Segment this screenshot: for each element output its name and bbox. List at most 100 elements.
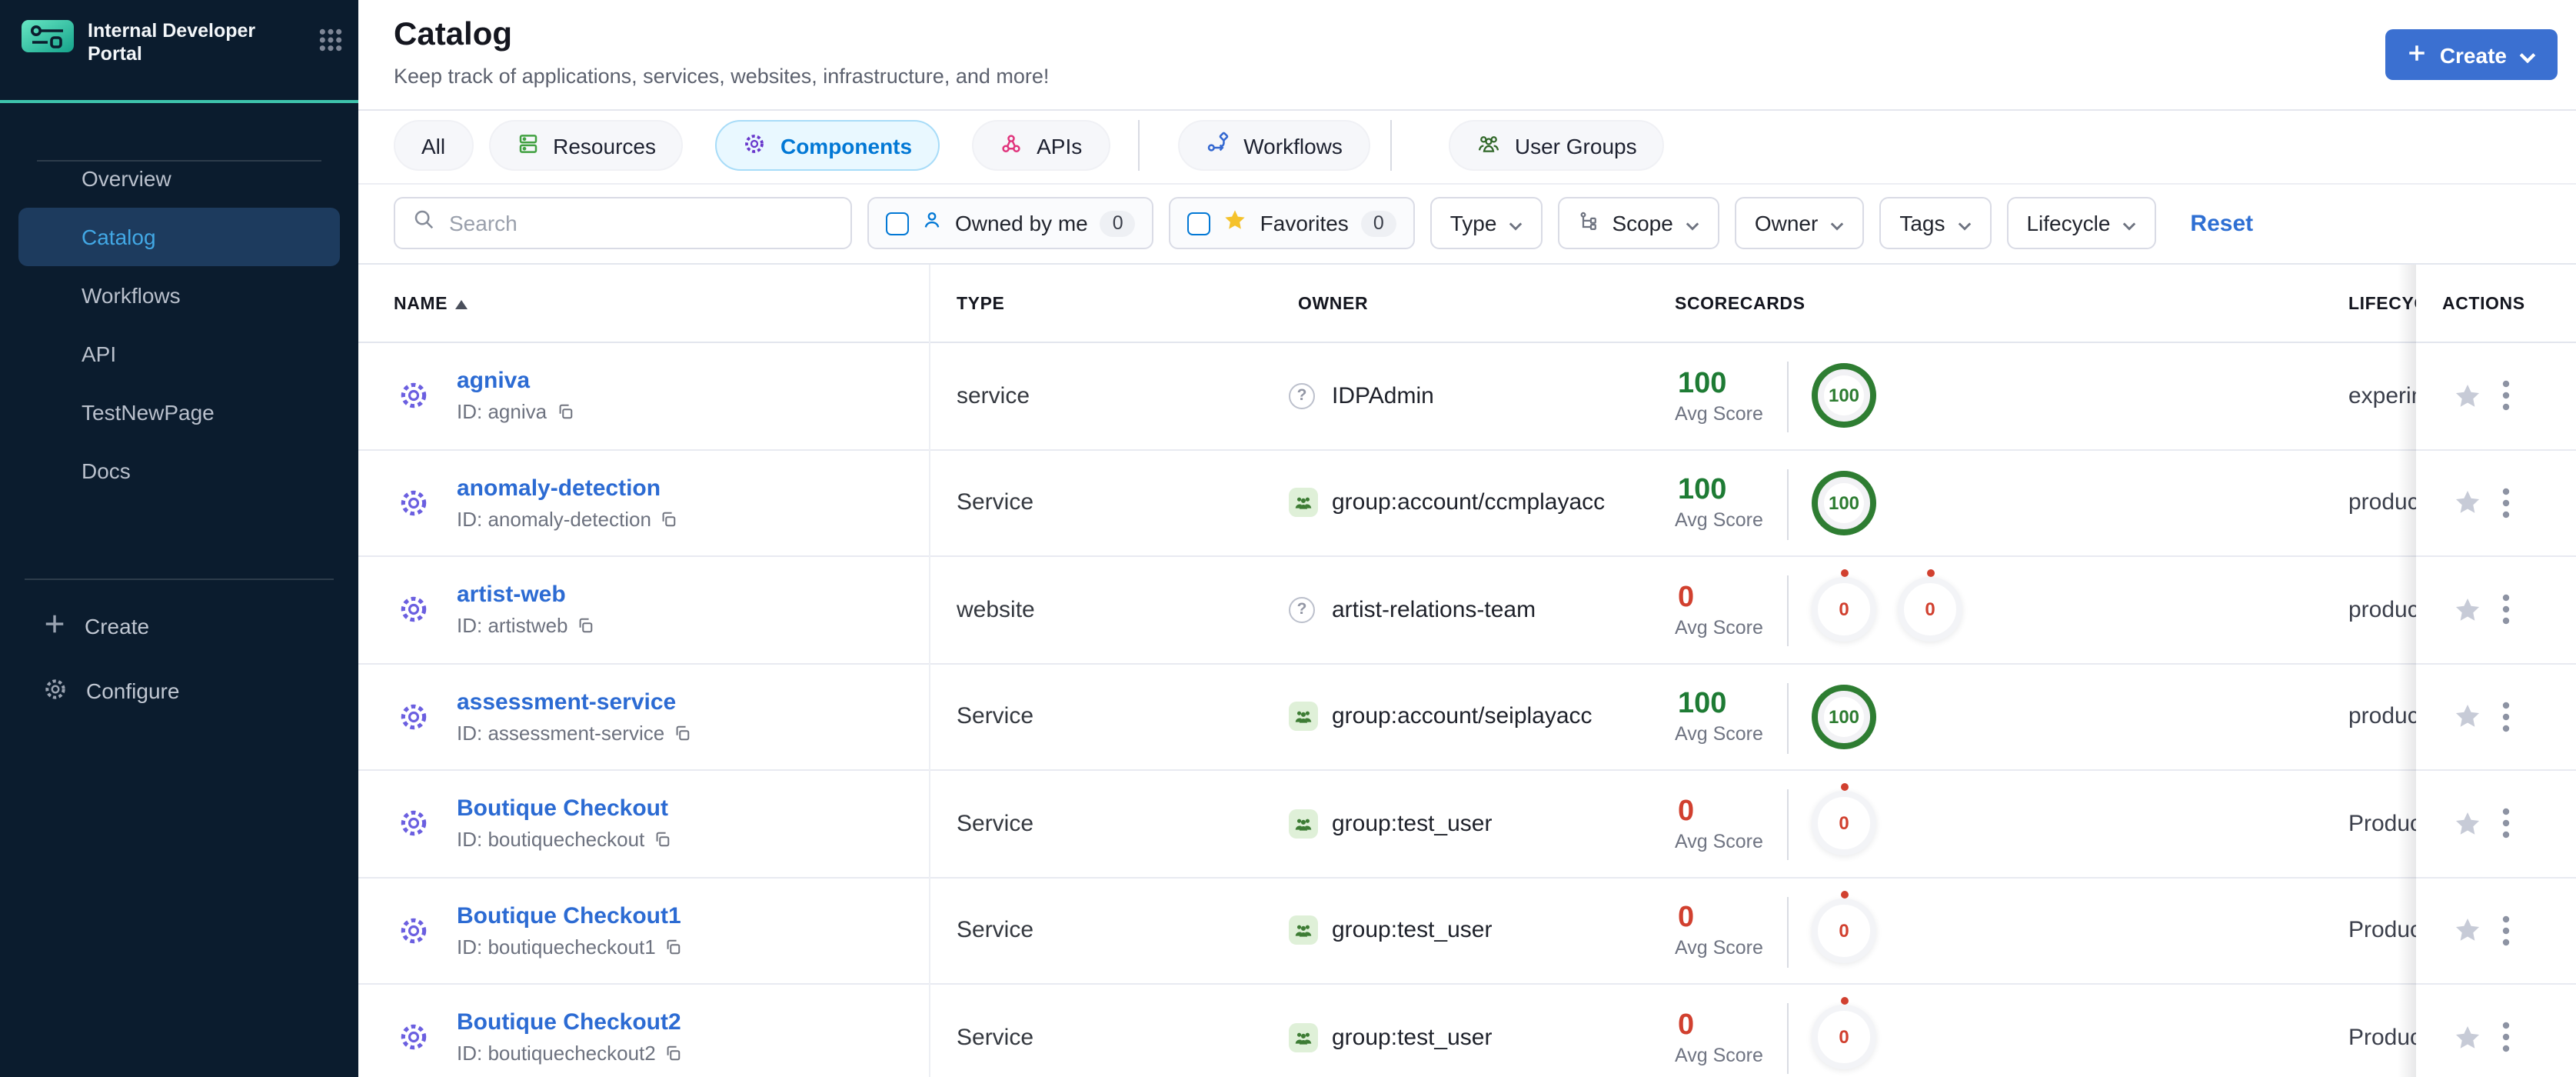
score-divider — [1787, 682, 1789, 753]
filters-row: Owned by me 0 Favorites 0 Type Scope Owner… — [394, 197, 2253, 249]
row-menu-button[interactable] — [2502, 985, 2510, 1077]
column-header-type[interactable]: TYPE — [957, 265, 1005, 343]
create-button[interactable]: Create — [2385, 29, 2558, 80]
owner-icon-cell — [1289, 664, 1318, 769]
sidebar-configure-button[interactable]: Configure — [0, 662, 358, 720]
favorite-star-button[interactable] — [2453, 343, 2482, 448]
avg-score-value: 100 — [1678, 688, 1727, 721]
scope-filter-dropdown[interactable]: Scope — [1558, 197, 1719, 249]
avg-score-cell: 100 Avg Score — [1675, 664, 1763, 769]
scorecard-rings: 100 — [1812, 664, 1876, 769]
tab-resources[interactable]: Resources — [488, 120, 684, 171]
entity-type: service — [957, 382, 1030, 409]
row-menu-button[interactable] — [2502, 771, 2510, 876]
entity-lifecycle: production — [2348, 703, 2416, 730]
avg-score-label: Avg Score — [1675, 937, 1763, 959]
score-divider — [1787, 896, 1789, 967]
score-divider — [1787, 468, 1789, 539]
scorecard-rings: 0 — [1812, 878, 1876, 983]
scorecard-rings: 100 — [1812, 450, 1876, 555]
entity-name-link[interactable]: assessment-service — [457, 689, 676, 715]
score-divider — [1787, 789, 1789, 860]
entity-owner: group:test_user — [1332, 917, 1493, 944]
owner-filter-dropdown[interactable]: Owner — [1734, 197, 1865, 249]
avg-score-cell: 100 Avg Score — [1675, 343, 1763, 448]
entity-lifecycle: production — [2348, 596, 2416, 623]
scorecard-rings: 0 — [1812, 985, 1876, 1077]
type-filter-dropdown[interactable]: Type — [1429, 197, 1543, 249]
row-menu-button[interactable] — [2502, 557, 2510, 662]
tags-filter-dropdown[interactable]: Tags — [1879, 197, 1992, 249]
sidebar-item-api[interactable]: API — [0, 325, 358, 383]
favorites-filter[interactable]: Favorites 0 — [1169, 197, 1415, 249]
reset-filters-link[interactable]: Reset — [2190, 210, 2253, 236]
row-menu-button[interactable] — [2502, 450, 2510, 555]
sidebar-item-catalog[interactable]: Catalog — [18, 208, 340, 266]
entity-name-link[interactable]: Boutique Checkout2 — [457, 1010, 681, 1036]
favorite-star-button[interactable] — [2453, 557, 2482, 662]
tab-user-groups[interactable]: User Groups — [1448, 120, 1665, 171]
gear-icon — [43, 676, 68, 705]
search-input[interactable] — [449, 211, 834, 235]
copy-icon[interactable] — [665, 1045, 682, 1062]
favorite-star-button[interactable] — [2453, 985, 2482, 1077]
favorite-star-button[interactable] — [2453, 771, 2482, 876]
row-menu-button[interactable] — [2502, 664, 2510, 769]
lifecycle-filter-dropdown[interactable]: Lifecycle — [2006, 197, 2157, 249]
entity-name-link[interactable]: agniva — [457, 368, 530, 395]
tab-components[interactable]: Components — [715, 120, 940, 171]
apps-grid-icon[interactable] — [318, 28, 343, 60]
sidebar-item-testnewpage[interactable]: TestNewPage — [0, 383, 358, 442]
column-header-lifecycle[interactable]: LIFECYCLE — [2348, 265, 2416, 343]
copy-icon[interactable] — [665, 939, 682, 955]
avg-score-label: Avg Score — [1675, 509, 1763, 532]
star-icon — [1223, 207, 1248, 239]
copy-icon[interactable] — [577, 618, 594, 635]
row-menu-button[interactable] — [2502, 878, 2510, 983]
sidebar-accent-bar — [0, 100, 358, 103]
app-window: Internal Developer Portal Overview Catalo… — [0, 0, 2576, 1077]
row-menu-button[interactable] — [2502, 343, 2510, 448]
entity-type: Service — [957, 917, 1034, 944]
plus-icon — [2408, 42, 2428, 67]
copy-icon[interactable] — [654, 832, 671, 849]
sidebar-configure-label: Configure — [86, 679, 180, 703]
entity-id: ID: boutiquecheckout — [457, 829, 671, 852]
avg-score-value: 0 — [1678, 902, 1695, 935]
column-header-scorecards[interactable]: SCORECARDS — [1675, 265, 1806, 343]
entity-name-link[interactable]: anomaly-detection — [457, 475, 661, 502]
scorecard-ring: 0 — [1812, 783, 1876, 856]
owned-by-me-checkbox[interactable] — [886, 212, 909, 235]
owned-by-me-filter[interactable]: Owned by me 0 — [867, 197, 1154, 249]
owned-by-me-label: Owned by me — [955, 211, 1088, 235]
owner-icon-cell: ? — [1289, 343, 1315, 448]
sidebar-item-workflows[interactable]: Workflows — [0, 266, 358, 325]
tab-apis[interactable]: APIs — [972, 120, 1110, 171]
avg-score-cell: 0 Avg Score — [1675, 878, 1763, 983]
sidebar-item-overview[interactable]: Overview — [0, 149, 358, 208]
entity-name-link[interactable]: Boutique Checkout1 — [457, 903, 681, 929]
favorite-star-button[interactable] — [2453, 664, 2482, 769]
entity-id: ID: agniva — [457, 401, 573, 424]
chevron-down-icon — [1686, 211, 1699, 235]
column-header-name[interactable]: NAME — [394, 265, 468, 343]
favorites-checkbox[interactable] — [1187, 212, 1211, 235]
tab-all[interactable]: All — [394, 120, 474, 171]
copy-icon[interactable] — [556, 404, 573, 421]
sidebar-create-button[interactable]: Create — [0, 597, 358, 655]
scorecard-ring: 0 — [1812, 569, 1876, 642]
entity-name-link[interactable]: artist-web — [457, 582, 566, 609]
scorecard-ring: 100 — [1812, 684, 1876, 749]
search-icon — [412, 208, 435, 238]
component-gear-icon — [398, 557, 429, 662]
favorite-star-button[interactable] — [2453, 450, 2482, 555]
entity-name-link[interactable]: Boutique Checkout — [457, 796, 668, 822]
owner-icon-cell — [1289, 450, 1318, 555]
group-owner-icon — [1289, 1022, 1318, 1052]
copy-icon[interactable] — [674, 725, 691, 742]
sidebar-item-docs[interactable]: Docs — [0, 442, 358, 500]
tab-workflows[interactable]: Workflows — [1177, 120, 1370, 171]
copy-icon[interactable] — [661, 511, 677, 528]
column-header-owner[interactable]: OWNER — [1298, 265, 1368, 343]
favorite-star-button[interactable] — [2453, 878, 2482, 983]
